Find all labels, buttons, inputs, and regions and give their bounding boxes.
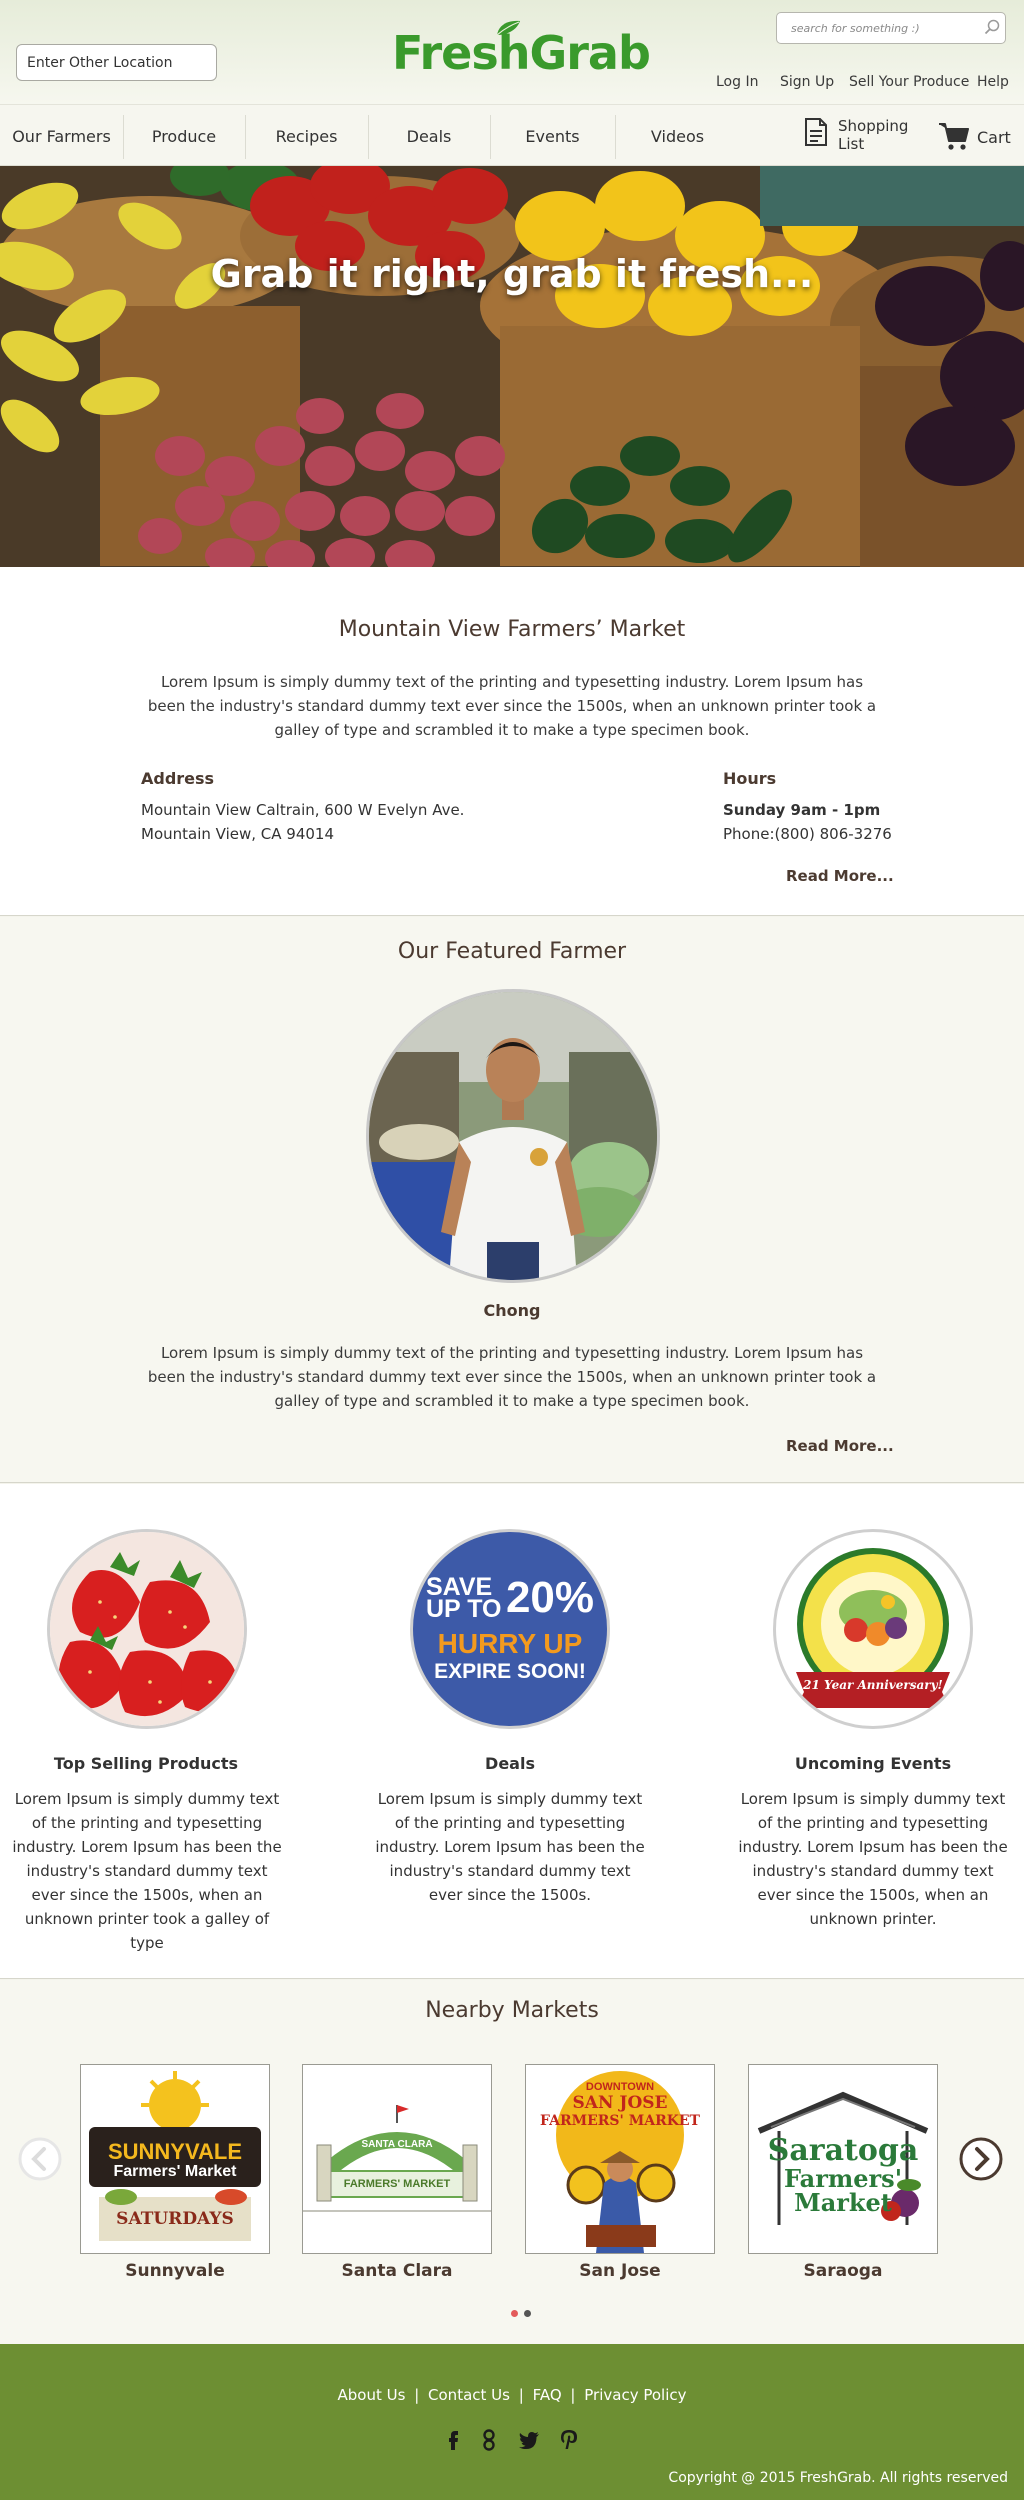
features-section: Top Selling Products Lorem Ipsum is simp… — [0, 1484, 1024, 1979]
anniversary-ribbon-text: 21 Year Anniversary! — [803, 1678, 943, 1692]
cart-button[interactable]: Cart — [938, 119, 1018, 155]
nav-deals[interactable]: Deals — [368, 105, 490, 167]
market-card-saratoga[interactable]: Saratoga Farmers' Market — [748, 2064, 938, 2254]
search-input[interactable]: search for something :) — [776, 12, 1006, 44]
nav-produce[interactable]: Produce — [123, 105, 245, 167]
footer-privacy-link[interactable]: Privacy Policy — [584, 2386, 686, 2404]
produce-baskets-image — [0, 166, 1024, 567]
sunnyvale-logo-line1: SUNNYVALE — [107, 2139, 243, 2164]
deal-hurry-text: HURRY UP — [437, 1628, 583, 1659]
cart-label: Cart — [977, 128, 1011, 147]
events-title: Uncoming Events — [794, 1754, 952, 1773]
search-icon[interactable] — [984, 19, 1000, 35]
footer-separator: | — [570, 2386, 576, 2404]
sunnyvale-logo-line2: Farmers' Market — [113, 2163, 237, 2180]
footer-separator: | — [414, 2386, 420, 2404]
nearby-title: Nearby Markets — [425, 1998, 599, 2023]
deals-badge[interactable]: SAVE UP TO 20% HURRY UP EXPIRE SOON! — [410, 1529, 610, 1729]
hero-tagline: Grab it right, grab it fresh... — [210, 252, 814, 296]
saratoga-logo-line1: Saratoga — [767, 2133, 919, 2168]
santa-clara-logo-line2: FARMERS' MARKET — [343, 2178, 451, 2190]
address-line-1: Mountain View Caltrain, 600 W Evelyn Ave… — [141, 801, 465, 819]
address-label: Address — [141, 769, 215, 788]
market-name-sunnyvale[interactable]: Sunnyvale — [80, 2261, 270, 2281]
deal-percent-text: 20% — [505, 1573, 595, 1622]
market-description: Lorem Ipsum is simply dummy text of the … — [147, 673, 877, 739]
nav-videos[interactable]: Videos — [615, 105, 740, 167]
farmer-name: Chong — [483, 1301, 541, 1320]
login-link[interactable]: Log In — [716, 74, 758, 90]
carousel-dot[interactable] — [524, 2310, 531, 2317]
market-name-san-jose[interactable]: San Jose — [525, 2261, 715, 2281]
strawberries-image — [50, 1532, 244, 1726]
market-card-san-jose[interactable]: DOWNTOWN SAN JOSE FARMERS' MARKET — [525, 2064, 715, 2254]
nearby-markets-section: Nearby Markets SUNNYVALE Farmers' Market… — [0, 1980, 1024, 2344]
farmer-photo[interactable] — [366, 989, 660, 1283]
events-text: Lorem Ipsum is simply dummy text of the … — [738, 1790, 1008, 1928]
twitter-icon[interactable] — [517, 2428, 541, 2452]
market-title: Mountain View Farmers’ Market — [338, 617, 686, 642]
footer-links: About Us | Contact Us | FAQ | Privacy Po… — [0, 2386, 1024, 2404]
address-line-2: Mountain View, CA 94014 — [141, 825, 335, 843]
deals-title: Deals — [485, 1754, 535, 1773]
anniversary-seal-image — [796, 1548, 950, 1708]
cart-icon — [939, 123, 969, 150]
carousel-dot-active[interactable] — [511, 2310, 518, 2317]
footer-contact-link[interactable]: Contact Us — [428, 2386, 510, 2404]
list-document-icon — [805, 118, 827, 146]
featured-farmer-section: Our Featured Farmer Chong Lorem Ipsum is… — [0, 917, 1024, 1483]
top-selling-title: Top Selling Products — [53, 1754, 239, 1773]
farmer-read-more-link[interactable]: Read More... — [786, 1437, 894, 1455]
market-read-more-link[interactable]: Read More... — [786, 867, 894, 885]
saratoga-logo-line3: Market — [794, 2188, 892, 2217]
copyright-text: Copyright @ 2015 FreshGrab. All rights r… — [668, 2470, 1008, 2486]
site-header: Enter Other Location FreshGrab search fo… — [0, 0, 1024, 104]
nav-our-farmers[interactable]: Our Farmers — [0, 105, 123, 167]
footer-about-link[interactable]: About Us — [337, 2386, 405, 2404]
san-jose-logo-line2: SAN JOSE — [572, 2093, 668, 2113]
google-plus-icon[interactable] — [478, 2428, 502, 2452]
nav-events[interactable]: Events — [490, 105, 615, 167]
signup-link[interactable]: Sign Up — [780, 74, 834, 90]
santa-clara-logo-image — [303, 2065, 491, 2253]
main-nav: Our Farmers Produce Recipes Deals Events… — [0, 104, 1024, 166]
market-card-sunnyvale[interactable]: SUNNYVALE Farmers' Market SATURDAYS — [80, 2064, 270, 2254]
carousel-prev-button[interactable] — [17, 2136, 63, 2182]
events-badge[interactable]: 21 Year Anniversary! — [773, 1529, 973, 1729]
top-selling-image[interactable] — [47, 1529, 247, 1729]
facebook-icon[interactable] — [441, 2428, 465, 2452]
nav-recipes[interactable]: Recipes — [245, 105, 368, 167]
shopping-list-button[interactable]: Shopping List — [804, 115, 924, 159]
footer-separator: | — [518, 2386, 524, 2404]
help-link[interactable]: Help — [977, 74, 1009, 90]
farmer-portrait-image — [369, 992, 657, 1280]
market-info-section: Mountain View Farmers’ Market Lorem Ipsu… — [0, 567, 1024, 916]
carousel-next-button[interactable] — [958, 2136, 1004, 2182]
santa-clara-logo-line1: SANTA CLARA — [361, 2139, 433, 2150]
phone-value: Phone:(800) 806-3276 — [723, 825, 892, 843]
market-name-saratoga[interactable]: Saraoga — [748, 2261, 938, 2281]
deals-text: Lorem Ipsum is simply dummy text of the … — [375, 1790, 645, 1904]
deal-expire-text: EXPIRE SOON! — [434, 1660, 586, 1683]
sell-produce-link[interactable]: Sell Your Produce — [849, 74, 969, 90]
freshgrab-logo[interactable]: FreshGrab — [392, 30, 651, 76]
hours-label: Hours — [723, 769, 777, 788]
deal-upto-text: UP TO — [425, 1595, 502, 1623]
farmer-description: Lorem Ipsum is simply dummy text of the … — [147, 1344, 877, 1410]
san-jose-logo-line1: DOWNTOWN — [585, 2081, 655, 2093]
hero-banner: Grab it right, grab it fresh... — [0, 166, 1024, 567]
san-jose-logo-line3: FARMERS' MARKET — [540, 2113, 700, 2129]
pinterest-icon[interactable] — [557, 2428, 581, 2452]
footer-faq-link[interactable]: FAQ — [533, 2386, 562, 2404]
featured-title: Our Featured Farmer — [397, 939, 627, 964]
site-footer: About Us | Contact Us | FAQ | Privacy Po… — [0, 2344, 1024, 2500]
top-selling-text: Lorem Ipsum is simply dummy text of the … — [12, 1790, 282, 1952]
shopping-list-label: Shopping List — [838, 117, 909, 153]
enter-location-button[interactable]: Enter Other Location — [16, 44, 217, 81]
market-card-santa-clara[interactable]: SANTA CLARA FARMERS' MARKET — [302, 2064, 492, 2254]
hours-value: Sunday 9am - 1pm — [723, 801, 881, 819]
sunnyvale-logo-line3: SATURDAYS — [116, 2209, 234, 2229]
market-name-santa-clara[interactable]: Santa Clara — [302, 2261, 492, 2281]
